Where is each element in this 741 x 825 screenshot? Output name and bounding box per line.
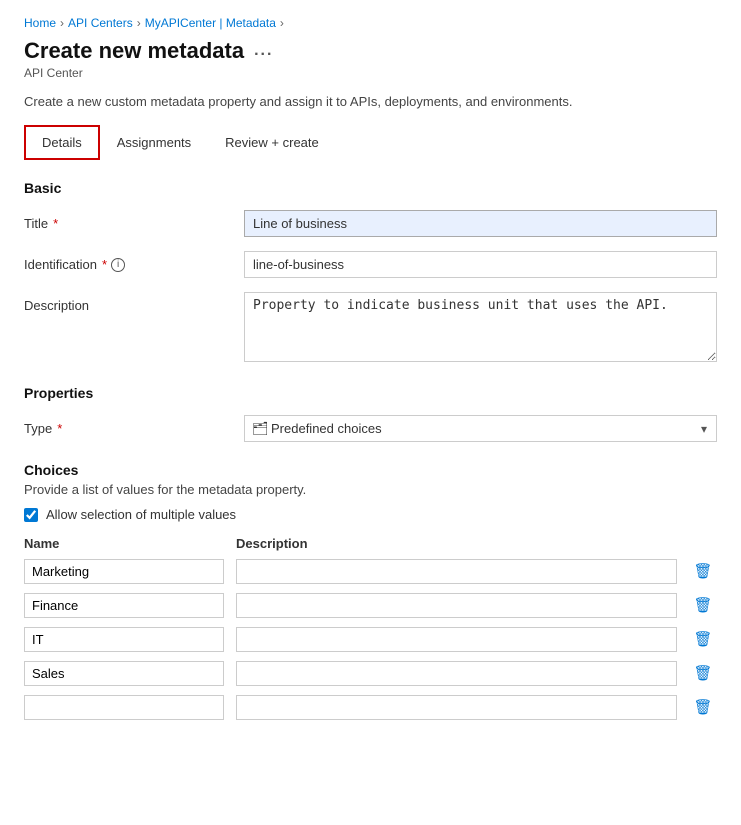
tab-review-create[interactable]: Review + create — [208, 126, 336, 159]
col-name-header: Name — [24, 536, 224, 551]
title-control — [244, 210, 717, 237]
page-title-row: Create new metadata ... — [24, 38, 717, 64]
allow-multiple-row: Allow selection of multiple values — [24, 507, 717, 522]
choice-row-4: 🗑 — [24, 693, 717, 721]
choice-delete-3[interactable]: 🗑 — [689, 659, 717, 687]
title-input[interactable] — [244, 210, 717, 237]
properties-section-title: Properties — [24, 385, 717, 401]
type-required: * — [57, 421, 62, 436]
choices-description: Provide a list of values for the metadat… — [24, 482, 717, 497]
breadcrumb-sep1: › — [60, 16, 64, 30]
choices-section: Choices Provide a list of values for the… — [24, 462, 717, 721]
breadcrumb-sep2: › — [137, 16, 141, 30]
tab-bar: Details Assignments Review + create — [24, 125, 717, 160]
description-label: Description — [24, 292, 244, 313]
description-row: Description Property to indicate busines… — [24, 292, 717, 365]
choice-desc-4[interactable] — [236, 695, 677, 720]
type-label: Type * — [24, 415, 244, 436]
page-description: Create a new custom metadata property an… — [24, 94, 717, 109]
identification-required: * — [102, 257, 107, 272]
page-menu-button[interactable]: ... — [254, 42, 273, 60]
choice-row-3: 🗑 — [24, 659, 717, 687]
choice-desc-2[interactable] — [236, 627, 677, 652]
description-control: Property to indicate business unit that … — [244, 292, 717, 365]
choice-delete-4[interactable]: 🗑 — [689, 693, 717, 721]
choice-name-1[interactable] — [24, 593, 224, 618]
type-select[interactable]: Predefined choices String Number Boolean… — [244, 415, 717, 442]
breadcrumb-api-centers[interactable]: API Centers — [68, 16, 133, 30]
description-textarea[interactable]: Property to indicate business unit that … — [244, 292, 717, 362]
choice-name-0[interactable] — [24, 559, 224, 584]
choice-name-4[interactable] — [24, 695, 224, 720]
identification-control — [244, 251, 717, 278]
choices-header: Name Description — [24, 536, 717, 551]
breadcrumb-sep3: › — [280, 16, 284, 30]
col-description-header: Description — [236, 536, 681, 551]
choice-name-2[interactable] — [24, 627, 224, 652]
page-subtitle: API Center — [24, 66, 717, 80]
title-label: Title * — [24, 210, 244, 231]
choice-delete-0[interactable]: 🗑 — [689, 557, 717, 585]
identification-input[interactable] — [244, 251, 717, 278]
choice-row-2: 🗑 — [24, 625, 717, 653]
identification-label: Identification * i — [24, 251, 244, 272]
choice-row-0: 🗑 — [24, 557, 717, 585]
choice-delete-2[interactable]: 🗑 — [689, 625, 717, 653]
choice-desc-1[interactable] — [236, 593, 677, 618]
allow-multiple-label: Allow selection of multiple values — [46, 507, 236, 522]
tab-details[interactable]: Details — [24, 125, 100, 160]
breadcrumb-myapicenter[interactable]: MyAPICenter | Metadata — [145, 16, 276, 30]
choices-title: Choices — [24, 462, 717, 478]
breadcrumb: Home › API Centers › MyAPICenter | Metad… — [24, 16, 717, 30]
title-row: Title * — [24, 210, 717, 237]
choice-name-3[interactable] — [24, 661, 224, 686]
tab-assignments[interactable]: Assignments — [100, 126, 208, 159]
page-title: Create new metadata — [24, 38, 244, 64]
title-required: * — [53, 216, 58, 231]
choice-delete-1[interactable]: 🗑 — [689, 591, 717, 619]
identification-info-icon[interactable]: i — [111, 258, 125, 272]
choice-desc-0[interactable] — [236, 559, 677, 584]
basic-section-title: Basic — [24, 180, 717, 196]
choice-row-1: 🗑 — [24, 591, 717, 619]
choices-table: Name Description 🗑 🗑 🗑 🗑 — [24, 536, 717, 721]
type-row: Type * 🗂 Predefined choices String Numbe… — [24, 415, 717, 442]
choice-desc-3[interactable] — [236, 661, 677, 686]
breadcrumb-home[interactable]: Home — [24, 16, 56, 30]
allow-multiple-checkbox[interactable] — [24, 508, 38, 522]
identification-row: Identification * i — [24, 251, 717, 278]
type-select-wrapper: 🗂 Predefined choices String Number Boole… — [244, 415, 717, 442]
